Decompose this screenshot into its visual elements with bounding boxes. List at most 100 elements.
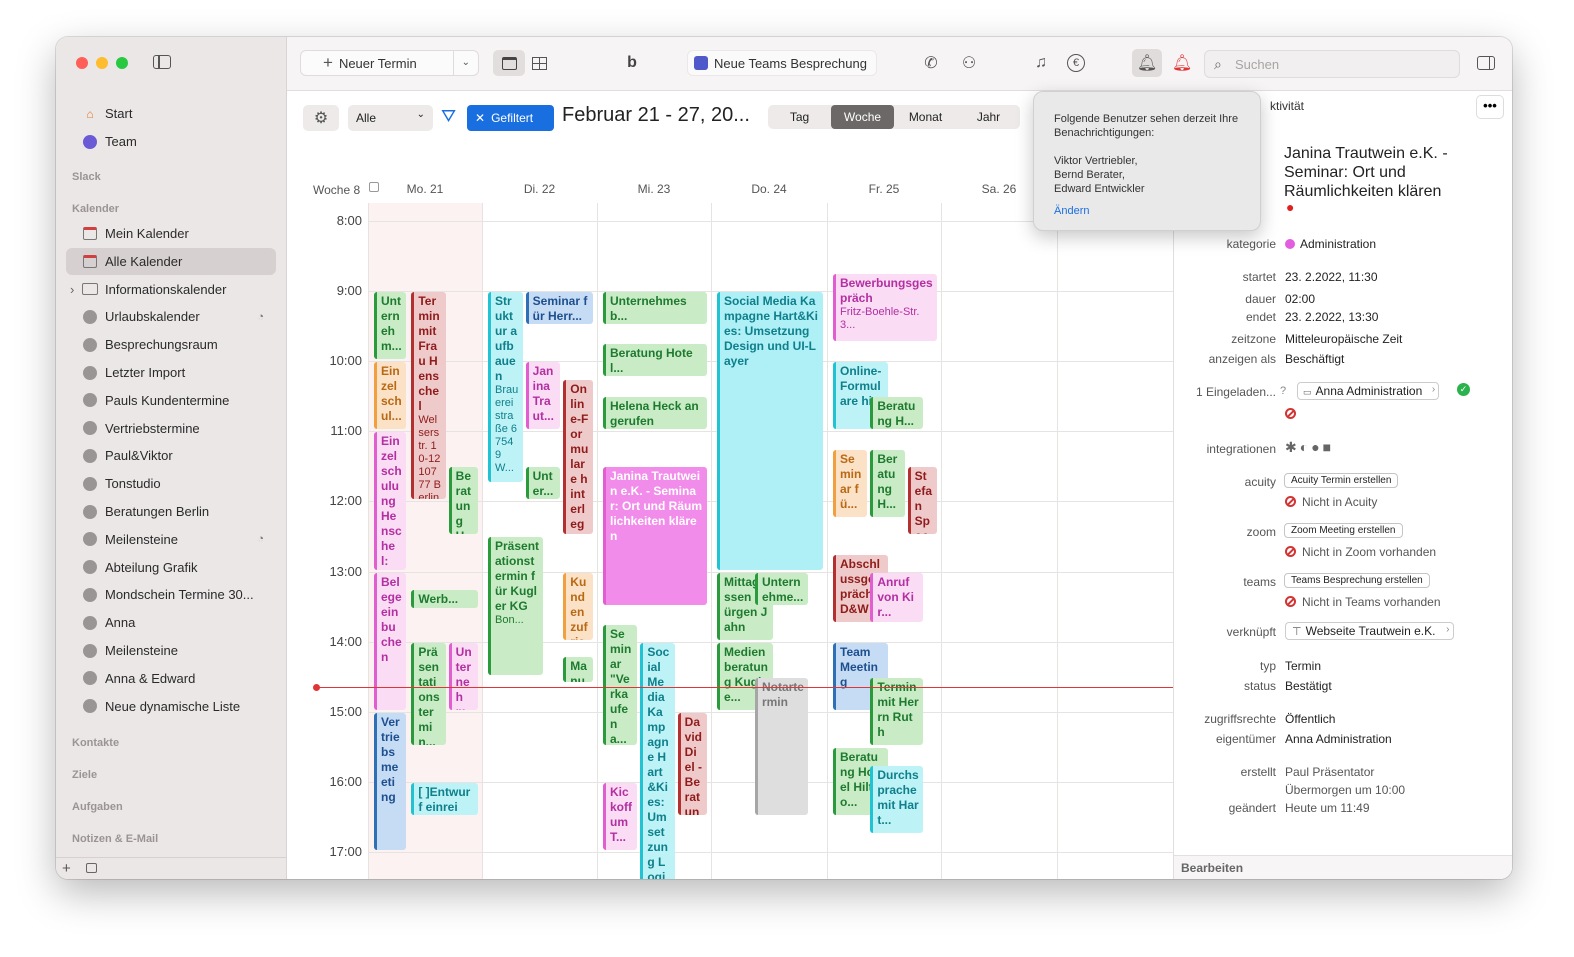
section-aufgaben[interactable]: Aufgaben xyxy=(72,801,123,813)
sidebar-calendar-item[interactable]: Neue dynamische Liste xyxy=(66,693,276,720)
slack-icon[interactable]: ✱ xyxy=(1285,439,1300,455)
calendar-event[interactable]: [ ]Entwurf einreic... xyxy=(411,783,478,816)
day-header[interactable]: Mo. 21 xyxy=(368,182,482,196)
acuity-create-button[interactable]: Acuity Termin erstellen xyxy=(1284,473,1399,488)
view-tab[interactable]: Jahr xyxy=(957,105,1020,129)
sidebar-calendar-item[interactable]: Paul&Viktor xyxy=(66,442,276,469)
filter-funnel-icon[interactable]: ⛛ xyxy=(441,106,456,127)
day-header[interactable]: Di. 22 xyxy=(482,182,597,196)
view-tab[interactable]: Tag xyxy=(768,105,831,129)
right-panel-toggle-icon[interactable] xyxy=(1474,51,1498,75)
calendar-event[interactable]: Einzelschul... xyxy=(374,361,406,430)
day-header[interactable]: Mi. 23 xyxy=(597,182,711,196)
startet-value[interactable]: 23. 2.2022, 11:30 xyxy=(1285,270,1378,284)
view-tab[interactable]: Monat xyxy=(894,105,957,129)
status-value[interactable]: Bestätigt xyxy=(1285,679,1332,693)
dauer-value[interactable]: 02:00 xyxy=(1285,292,1315,306)
section-slack[interactable]: Slack xyxy=(72,171,101,183)
zoom-icon[interactable]: ● xyxy=(1311,439,1322,455)
calendar-event[interactable]: Werb... xyxy=(411,590,478,609)
calendar-event[interactable]: Social Media Kampagne Hart&Kies: Umsetzu… xyxy=(717,291,823,570)
sidebar-calendar-item[interactable]: Beratungen Berlin xyxy=(66,498,276,525)
calendar-event[interactable]: Beratung Hotel... xyxy=(603,344,707,377)
calendar-event[interactable]: Seminar für Herr... xyxy=(525,291,593,324)
section-kalender[interactable]: Kalender xyxy=(72,203,119,215)
typ-value[interactable]: Termin xyxy=(1285,659,1321,673)
filtered-badge[interactable]: ✕ Gefiltert xyxy=(467,105,554,131)
sidebar-calendar-item[interactable]: Anna & Edward xyxy=(66,665,276,692)
bell-icon[interactable]: 🔔︎ xyxy=(1170,51,1194,75)
calendar-event[interactable]: Janina Trautwein e.K. - Seminar: Ort und… xyxy=(603,467,707,605)
popover-change-link[interactable]: Ändern xyxy=(1054,204,1240,218)
teams-meeting-button[interactable]: Neue Teams Besprechung xyxy=(687,50,877,76)
calendar-event[interactable]: Anruf von Kir... xyxy=(870,572,923,623)
endet-value[interactable]: 23. 2.2022, 13:30 xyxy=(1285,310,1378,324)
edit-footer-button[interactable]: Bearbeiten xyxy=(1174,855,1512,879)
more-options-icon[interactable]: ••• xyxy=(1476,95,1504,119)
help-icon[interactable]: ? xyxy=(1280,385,1286,397)
calendar-event[interactable]: Belegeeinbuchen xyxy=(374,572,406,710)
sidebar-calendar-item[interactable]: Mondschein Termine 30... xyxy=(66,581,276,608)
sidebar-toggle-icon[interactable] xyxy=(153,55,171,69)
music-icon[interactable]: ♫ xyxy=(1029,51,1053,75)
calendar-event[interactable]: Janina Traut... xyxy=(525,361,561,430)
section-ziele[interactable]: Ziele xyxy=(72,769,97,781)
calendar-event[interactable]: Unternehmesb... xyxy=(603,291,707,324)
section-kontakte[interactable]: Kontakte xyxy=(72,737,119,749)
teams-create-button[interactable]: Teams Besprechung erstellen xyxy=(1284,573,1430,588)
calendar-event[interactable]: Präsentationstermin...Pa... xyxy=(411,642,446,746)
day-header[interactable]: Fr. 25 xyxy=(827,182,941,196)
sidebar-item-team[interactable]: Team xyxy=(66,128,276,155)
new-event-button[interactable]: + Neuer Termin ⌄ xyxy=(300,50,479,76)
location-pin-icon[interactable]: ● xyxy=(1286,199,1294,215)
activity-tab[interactable]: ktivität xyxy=(1270,99,1304,113)
zoom-window-button[interactable] xyxy=(116,57,128,69)
sidebar-calendar-item[interactable]: Besprechungsraum xyxy=(66,331,276,358)
calendar-event[interactable]: Stefan Spock... xyxy=(907,467,937,535)
anzeigen-value[interactable]: Beschäftigt xyxy=(1285,352,1344,366)
sidebar-calendar-item[interactable]: Abteilung Grafik xyxy=(66,554,276,581)
settings-gear-icon[interactable]: ⚙ xyxy=(303,105,339,131)
close-icon[interactable]: ✕ xyxy=(475,111,485,125)
add-icon[interactable]: + xyxy=(62,860,71,877)
zeitzone-value[interactable]: Mitteleuropäische Zeit xyxy=(1285,332,1402,346)
sidebar-calendar-item[interactable]: Tonstudio xyxy=(66,470,276,497)
calendar-event[interactable]: Unternehme... xyxy=(754,572,809,605)
calendar-event[interactable]: Kickoff um T... xyxy=(603,783,638,851)
invitee-chip[interactable]: ▭ Anna Administration › xyxy=(1297,382,1440,400)
app-logo-icon[interactable]: b xyxy=(620,51,644,75)
calendar-event[interactable]: Helena Heck angerufen xyxy=(603,397,707,430)
sidebar-calendar-item[interactable]: Letzter Import xyxy=(66,359,276,386)
linked-item-chip[interactable]: ⊤ Webseite Trautwein e.K. › xyxy=(1285,622,1455,640)
day-header[interactable]: Do. 24 xyxy=(711,182,827,196)
sidebar-calendar-item[interactable]: Meilensteine ◔ xyxy=(66,526,276,553)
section-notizen[interactable]: Notizen & E-Mail xyxy=(72,833,158,845)
integrations-icons[interactable]: ✱◐●■ xyxy=(1285,439,1334,456)
sidebar-calendar-item[interactable]: › Informationskalender xyxy=(66,276,276,303)
minimize-window-button[interactable] xyxy=(96,57,108,69)
calendar-event[interactable]: Kundenzufriedenheit aus... xyxy=(563,572,593,640)
sidebar-calendar-item[interactable]: Urlaubskalender ◔ xyxy=(66,303,276,330)
calendar-event[interactable]: Unternehm... xyxy=(374,291,406,359)
view-tab[interactable]: Woche xyxy=(831,105,894,129)
calendar-event[interactable]: Vertriebsmeeting xyxy=(374,712,406,851)
calendar-event[interactable]: Online-Formulare hinterlegenBraue... xyxy=(563,379,593,535)
acuity-icon[interactable]: ◐ xyxy=(1300,439,1311,455)
remove-invitee-icon[interactable] xyxy=(1285,405,1302,423)
grid-view-icon[interactable] xyxy=(527,51,551,75)
week-view-icon[interactable] xyxy=(493,50,525,76)
calendar-event[interactable]: Beratung H... xyxy=(870,397,923,430)
calendar-event[interactable]: Unternehm... xyxy=(448,642,478,710)
notification-share-icon[interactable]: 🔔︎ xyxy=(1132,49,1162,77)
calendar-event[interactable]: Unter... xyxy=(525,467,561,500)
search-input[interactable]: ⌕ Suchen xyxy=(1204,50,1460,78)
teams-icon[interactable]: ■ xyxy=(1323,439,1334,455)
calendar-event[interactable]: Präsentationstermin für Kugler KG Bon... xyxy=(488,537,544,675)
calendar-event[interactable]: Termin mit Frau Henschel Welserstr. 10-12… xyxy=(411,291,446,500)
calendar-event[interactable]: Seminar "Verkaufen a... xyxy=(603,625,638,746)
calendar-event[interactable]: Bewerbungsgespräch Fritz-Boehle-Str. 3... xyxy=(833,274,937,342)
zoom-create-button[interactable]: Zoom Meeting erstellen xyxy=(1284,523,1403,538)
calendar-event[interactable]: Social Media Kampagne Hart&Kies: Umsetzu… xyxy=(640,642,675,879)
calendar-event[interactable]: Notartermin xyxy=(754,677,809,816)
phone-icon[interactable]: ✆ xyxy=(919,51,943,75)
